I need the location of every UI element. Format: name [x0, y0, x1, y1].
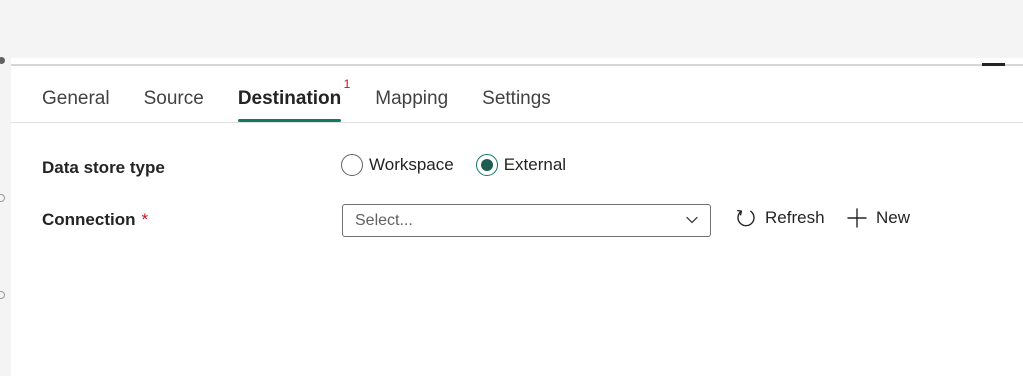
radio-external[interactable]: External	[475, 154, 567, 176]
left-rail	[0, 58, 11, 376]
tab-list: General Source Destination 1 Mapping Set…	[42, 77, 585, 122]
tab-label: Source	[143, 88, 204, 109]
chevron-down-icon	[686, 216, 698, 224]
refresh-icon	[737, 209, 755, 227]
refresh-button[interactable]: Refresh	[735, 207, 825, 229]
data-store-type-radio-group: Workspace External	[341, 154, 588, 176]
top-chrome-strip	[0, 0, 1023, 58]
data-store-type-label: Data store type	[42, 158, 165, 177]
tab-settings[interactable]: Settings	[482, 80, 551, 122]
required-marker: *	[141, 210, 149, 229]
activity-properties-panel: General Source Destination 1 Mapping Set…	[11, 66, 1023, 376]
tab-destination[interactable]: Destination 1	[237, 77, 350, 122]
tab-label: Mapping	[375, 88, 449, 109]
select-placeholder: Select...	[355, 212, 413, 229]
tab-mapping[interactable]: Mapping	[375, 80, 448, 122]
new-label: New	[876, 208, 911, 227]
error-count-badge: 1	[343, 77, 351, 91]
tab-label: Destination	[237, 88, 342, 109]
tab-source[interactable]: Source	[144, 80, 204, 122]
radio-label: External	[503, 155, 567, 174]
radio-label: Workspace	[369, 155, 454, 174]
rail-marker-icon	[0, 291, 5, 299]
new-connection-button[interactable]: New	[846, 207, 910, 229]
rail-marker-icon	[0, 194, 5, 202]
tab-label: Settings	[482, 88, 551, 109]
plus-icon	[847, 208, 867, 228]
connection-select[interactable]: Select...	[342, 204, 711, 237]
tab-divider	[11, 122, 1023, 123]
tab-general[interactable]: General	[42, 80, 110, 122]
radio-checked-icon[interactable]	[475, 154, 498, 176]
radio-workspace[interactable]: Workspace	[341, 154, 454, 176]
refresh-label: Refresh	[765, 208, 825, 227]
connection-label: Connection *	[42, 210, 149, 229]
radio-unchecked-icon[interactable]	[341, 154, 363, 176]
tab-label: General	[42, 88, 110, 109]
